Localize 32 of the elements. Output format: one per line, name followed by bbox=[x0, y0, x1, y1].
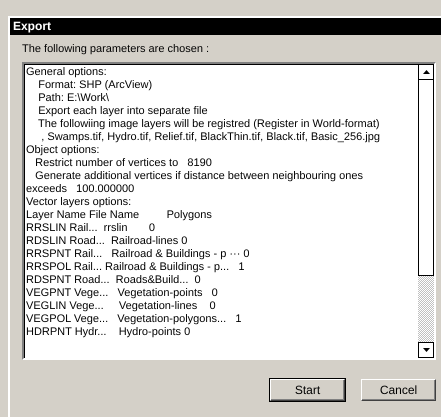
list-line: Export each layer into separate file bbox=[37, 105, 208, 118]
list-line: HDRPNT Hydr... Hydro-points 0 bbox=[26, 326, 190, 339]
list-line: Format: SHP (ArcView) bbox=[37, 79, 152, 92]
scrollbar[interactable] bbox=[418, 64, 434, 358]
list-line: RRSPNT Rail... Railroad & Buildings - p ··· 0 bbox=[26, 248, 250, 261]
window-title: Export bbox=[10, 18, 441, 35]
list-line: RDSPNT Road... Roads&Build... 0 bbox=[26, 274, 201, 287]
list-line: , Swamps.tif, Hydro.tif, Relief.tif, BlackThin.tif, Black.tif, Basic_256.jpg bbox=[40, 131, 380, 144]
list-line: Restrict number of vertices to 8190 bbox=[34, 157, 212, 170]
list-line: Object options: bbox=[26, 144, 100, 157]
list-line: Vector layers options: bbox=[26, 196, 132, 209]
list-line: VEGLIN Vege... Vegetation-lines 0 bbox=[26, 300, 216, 313]
list-line: Generate additional vertices if distance between neighbouring ones bbox=[34, 170, 363, 183]
list-line: VEGPNT Vege... Vegetation-points 0 bbox=[26, 287, 218, 300]
list-line: RRSPOL Rail... Railroad & Buildings - p... 1 bbox=[26, 261, 244, 274]
list-line: VEGPOL Vege... Vegetation-polygons... 1 bbox=[26, 313, 242, 326]
prompt-text: The following parameters are chosen : bbox=[22, 43, 210, 55]
list-line: Path: E:\Work\ bbox=[37, 92, 109, 105]
scroll-down-button[interactable] bbox=[418, 342, 434, 358]
parameters-list[interactable] bbox=[22, 62, 436, 360]
scroll-thumb[interactable] bbox=[418, 80, 434, 276]
down-arrow-icon bbox=[422, 348, 430, 352]
list-line: General options: bbox=[26, 66, 107, 79]
up-arrow-icon bbox=[422, 70, 430, 74]
list-line: exceeds 100.000000 bbox=[26, 183, 134, 196]
dialog-button[interactable]: Start bbox=[270, 379, 345, 401]
list-line: RDSLIN Road... Railroad-lines 0 bbox=[26, 235, 188, 248]
dialog-button[interactable]: Cancel bbox=[361, 379, 436, 401]
scroll-up-button[interactable] bbox=[418, 64, 434, 80]
list-line: The followiing image layers will be registred (Register in World-format) bbox=[37, 118, 380, 131]
list-line: RRSLIN Rail... rrslin 0 bbox=[26, 222, 155, 235]
list-line: Layer Name File Name Polygons bbox=[26, 209, 212, 222]
